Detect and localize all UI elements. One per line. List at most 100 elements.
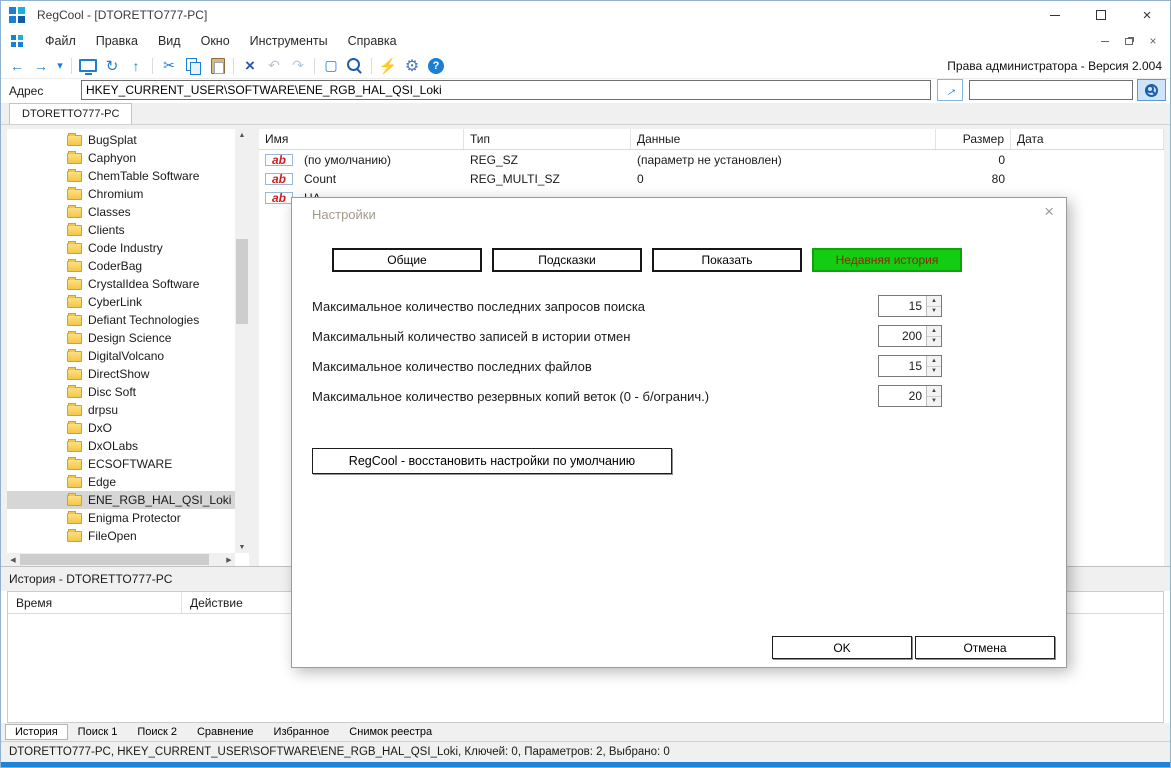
- refresh-all-icon[interactable]: ⚡: [376, 54, 400, 78]
- quick-search-input[interactable]: [969, 80, 1133, 100]
- tree-item[interactable]: DxO: [7, 419, 235, 437]
- tab-registry-snapshot[interactable]: Снимок реестра: [339, 724, 442, 740]
- history-column-header[interactable]: Время: [8, 592, 182, 613]
- tab-favorites[interactable]: Избранное: [264, 724, 340, 740]
- column-header[interactable]: Размер: [936, 129, 1011, 149]
- number-spinner[interactable]: 15 ▲ ▼: [878, 355, 942, 377]
- close-button[interactable]: ×: [1124, 1, 1170, 29]
- history-dropdown-icon[interactable]: ▾: [53, 54, 67, 78]
- tree-item[interactable]: Clients: [7, 221, 235, 239]
- cancel-button[interactable]: Отмена: [915, 636, 1055, 659]
- tree-item[interactable]: Code Industry: [7, 239, 235, 257]
- tree-vertical-scrollbar[interactable]: ▲ ▼: [235, 129, 249, 553]
- vertical-scroll-thumb[interactable]: [236, 239, 248, 324]
- mdi-minimize-button[interactable]: [1096, 34, 1114, 48]
- redo-icon[interactable]: ↷: [286, 54, 310, 78]
- delete-icon[interactable]: ×: [238, 54, 262, 78]
- menu-window[interactable]: Окно: [191, 31, 240, 51]
- tree-item[interactable]: Edge: [7, 473, 235, 491]
- tab-search-2[interactable]: Поиск 2: [127, 724, 187, 740]
- tab-recent-history[interactable]: Недавняя история: [812, 248, 962, 272]
- tree-item[interactable]: drpsu: [7, 401, 235, 419]
- tree-item[interactable]: Disc Soft: [7, 383, 235, 401]
- tree-item[interactable]: DigitalVolcano: [7, 347, 235, 365]
- tree-item[interactable]: Chromium: [7, 185, 235, 203]
- spin-up-icon[interactable]: ▲: [927, 356, 941, 367]
- menu-view[interactable]: Вид: [148, 31, 191, 51]
- spin-up-icon[interactable]: ▲: [927, 386, 941, 397]
- spin-down-icon[interactable]: ▼: [927, 306, 941, 316]
- number-spinner[interactable]: 20 ▲ ▼: [878, 385, 942, 407]
- address-input[interactable]: [81, 80, 931, 100]
- tree-item[interactable]: CrystalIdea Software: [7, 275, 235, 293]
- column-header[interactable]: Имя: [259, 129, 464, 149]
- connect-monitor-icon[interactable]: [76, 54, 100, 78]
- number-spinner[interactable]: 200 ▲ ▼: [878, 325, 942, 347]
- column-header[interactable]: Дата: [1011, 129, 1164, 149]
- tree-item[interactable]: Design Science: [7, 329, 235, 347]
- cut-icon[interactable]: ✂: [157, 54, 181, 78]
- settings-gear-icon[interactable]: ⚙: [400, 54, 424, 78]
- tree-item[interactable]: Enigma Protector: [7, 509, 235, 527]
- horizontal-scroll-thumb[interactable]: [20, 554, 209, 565]
- tab-show[interactable]: Показать: [652, 248, 802, 272]
- menu-help[interactable]: Справка: [338, 31, 407, 51]
- table-row[interactable]: ab Count REG_MULTI_SZ 0 80: [259, 169, 1164, 188]
- dialog-close-icon[interactable]: ×: [1044, 202, 1054, 222]
- tree-item[interactable]: DxOLabs: [7, 437, 235, 455]
- help-icon[interactable]: [424, 54, 448, 78]
- spin-up-icon[interactable]: ▲: [927, 296, 941, 307]
- tree-item[interactable]: DirectShow: [7, 365, 235, 383]
- tree-item[interactable]: Caphyon: [7, 149, 235, 167]
- column-header[interactable]: Данные: [631, 129, 936, 149]
- table-row[interactable]: ab (по умолчанию) REG_SZ (параметр не уст…: [259, 150, 1164, 169]
- undo-icon[interactable]: ↶: [262, 54, 286, 78]
- folder-icon: [67, 204, 82, 218]
- scroll-right-arrow-icon[interactable]: ▶: [223, 553, 235, 566]
- menu-file[interactable]: Файл: [35, 31, 86, 51]
- tree-item[interactable]: Defiant Technologies: [7, 311, 235, 329]
- monitor-refresh-icon[interactable]: ↻: [100, 54, 124, 78]
- minimize-button[interactable]: [1032, 1, 1078, 29]
- spin-down-icon[interactable]: ▼: [927, 366, 941, 376]
- tree-item[interactable]: Classes: [7, 203, 235, 221]
- tab-search-1[interactable]: Поиск 1: [68, 724, 128, 740]
- spin-up-icon[interactable]: ▲: [927, 326, 941, 337]
- paste-icon[interactable]: [205, 54, 229, 78]
- mdi-restore-button[interactable]: [1120, 34, 1138, 48]
- menu-edit[interactable]: Правка: [86, 31, 148, 51]
- copy-icon[interactable]: [181, 54, 205, 78]
- tree-item[interactable]: ENE_RGB_HAL_QSI_Loki: [7, 491, 235, 509]
- tree-item[interactable]: BugSplat: [7, 131, 235, 149]
- goto-address-button[interactable]: →: [937, 79, 963, 101]
- tree-item[interactable]: CyberLink: [7, 293, 235, 311]
- tree-item[interactable]: ChemTable Software: [7, 167, 235, 185]
- tree-item[interactable]: FileOpen: [7, 527, 235, 545]
- scroll-up-arrow-icon[interactable]: ▲: [235, 129, 249, 141]
- maximize-button[interactable]: [1078, 1, 1124, 29]
- ok-button[interactable]: OK: [772, 636, 912, 659]
- back-icon[interactable]: ←: [5, 54, 29, 78]
- up-icon[interactable]: ↑: [124, 54, 148, 78]
- tree-horizontal-scrollbar[interactable]: ◀ ▶: [7, 553, 235, 566]
- forward-icon[interactable]: →: [29, 54, 53, 78]
- tab-general[interactable]: Общие: [332, 248, 482, 272]
- number-spinner[interactable]: 15 ▲ ▼: [878, 295, 942, 317]
- tab-hints[interactable]: Подсказки: [492, 248, 642, 272]
- restore-defaults-button[interactable]: RegCool - восстановить настройки по умол…: [312, 448, 672, 474]
- spin-down-icon[interactable]: ▼: [927, 396, 941, 406]
- column-header[interactable]: Тип: [464, 129, 631, 149]
- spin-down-icon[interactable]: ▼: [927, 336, 941, 346]
- scroll-down-arrow-icon[interactable]: ▼: [235, 541, 249, 553]
- tab-history[interactable]: История: [5, 724, 68, 740]
- search-icon[interactable]: [343, 54, 367, 78]
- mdi-close-button[interactable]: ×: [1144, 34, 1162, 48]
- scroll-left-arrow-icon[interactable]: ◀: [7, 553, 19, 566]
- host-tab[interactable]: DTORETTO777-PC: [9, 103, 133, 124]
- quick-search-button[interactable]: [1137, 79, 1166, 101]
- tab-compare[interactable]: Сравнение: [187, 724, 264, 740]
- tree-item[interactable]: CoderBag: [7, 257, 235, 275]
- menu-tools[interactable]: Инструменты: [240, 31, 338, 51]
- tree-item[interactable]: ECSOFTWARE: [7, 455, 235, 473]
- edit-box-icon[interactable]: ▢: [319, 54, 343, 78]
